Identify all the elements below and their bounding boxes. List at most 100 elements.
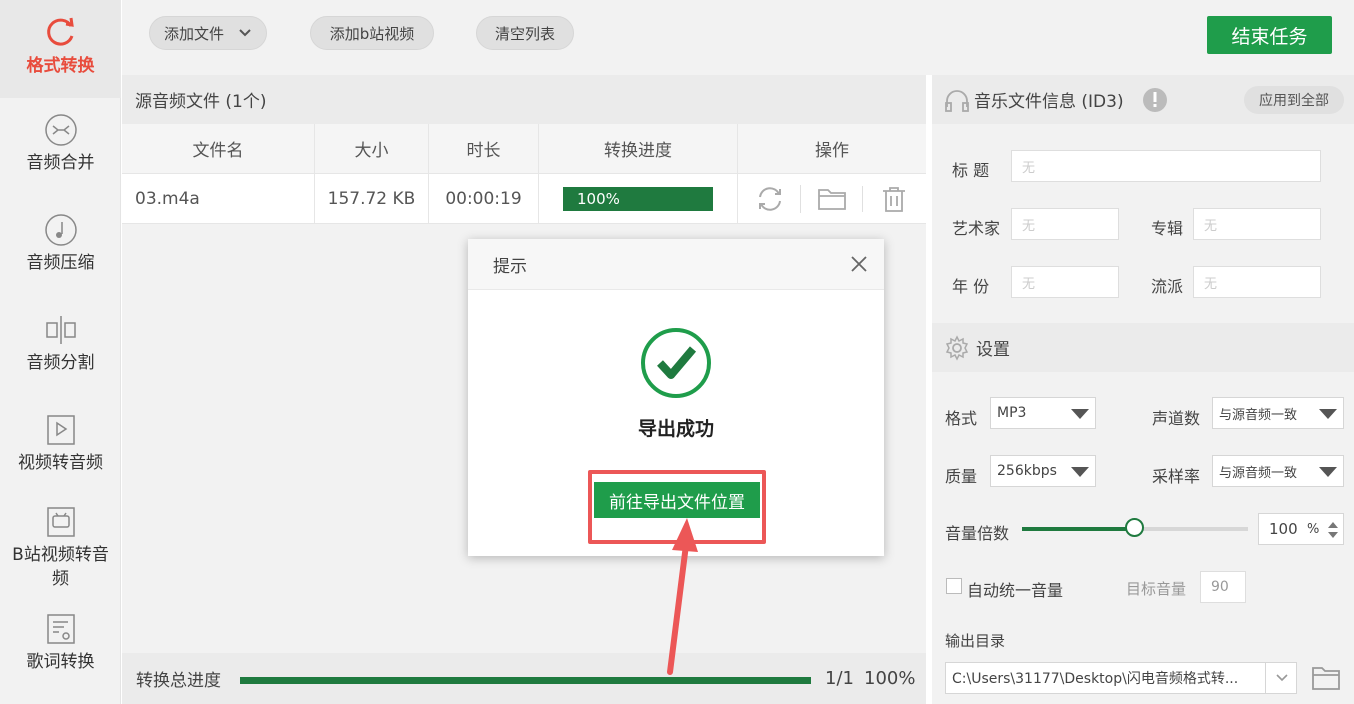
file-progress-bar: 100% bbox=[563, 186, 713, 211]
sidebar-item-label: 歌词转换 bbox=[26, 652, 95, 672]
output-dir-label: 输出目录 bbox=[945, 632, 1006, 650]
output-dir-value: C:\Users\31177\Desktop\闪电音频格式转... bbox=[952, 671, 1239, 687]
right-panel: 音乐文件信息 (ID3) 应用到全部 标 题 无 艺术家 无 专辑 无 年 份 … bbox=[932, 75, 1354, 704]
format-value: MP3 bbox=[997, 405, 1027, 421]
dialog-message: 导出成功 bbox=[637, 418, 714, 440]
samplerate-value: 与源音频一致 bbox=[1219, 465, 1298, 481]
channels-select[interactable]: 与源音频一致 bbox=[1212, 397, 1344, 429]
volume-stepper[interactable]: 100 % bbox=[1258, 513, 1344, 545]
chevron-down-icon bbox=[239, 29, 251, 37]
channels-label: 声道数 bbox=[1152, 409, 1201, 428]
volume-slider-handle[interactable] bbox=[1125, 518, 1144, 537]
id3-header: 音乐文件信息 (ID3) 应用到全部 bbox=[932, 75, 1354, 124]
volume-unit: % bbox=[1307, 521, 1320, 537]
album-label: 专辑 bbox=[1151, 219, 1184, 238]
artist-field[interactable]: 无 bbox=[1011, 208, 1119, 240]
output-dir-field[interactable]: C:\Users\31177\Desktop\闪电音频格式转... bbox=[945, 662, 1297, 694]
trash-icon bbox=[883, 186, 905, 212]
file-panel-title: 源音频文件 (1个) bbox=[122, 75, 926, 124]
file-actions bbox=[738, 174, 926, 223]
total-progress-bar: 转换总进度 1/1 100% bbox=[122, 653, 926, 704]
file-progress-cell: 100% bbox=[539, 174, 738, 223]
info-icon[interactable] bbox=[1142, 87, 1168, 113]
dialog-header: 提示 bbox=[468, 239, 884, 290]
year-field[interactable]: 无 bbox=[1011, 266, 1119, 298]
samplerate-select[interactable]: 与源音频一致 bbox=[1212, 455, 1344, 487]
refresh-icon bbox=[758, 186, 781, 211]
total-progress-fill bbox=[240, 677, 811, 684]
file-duration: 00:00:19 bbox=[429, 174, 539, 223]
sidebar-item-compress[interactable]: 音频压缩 bbox=[0, 213, 121, 283]
stepper-arrows-icon[interactable] bbox=[1327, 521, 1339, 539]
sidebar-item-lyrics[interactable]: 歌词转换 bbox=[0, 612, 121, 682]
quality-select[interactable]: 256kbps bbox=[990, 455, 1096, 487]
sidebar-item-merge[interactable]: 音频合并 bbox=[0, 113, 121, 183]
reconvert-button[interactable] bbox=[739, 184, 801, 213]
quality-label: 质量 bbox=[945, 467, 978, 486]
clear-list-button[interactable]: 清空列表 bbox=[476, 16, 574, 50]
sidebar-item-label-line1: B站视频转音 bbox=[12, 545, 109, 565]
dropdown-arrow-icon bbox=[1071, 409, 1089, 419]
add-file-button[interactable]: 添加文件 bbox=[149, 16, 267, 50]
volume-value: 100 bbox=[1269, 520, 1298, 538]
open-folder-button[interactable] bbox=[801, 185, 863, 212]
title-field[interactable]: 无 bbox=[1011, 150, 1321, 182]
sidebar: 格式转换 音频合并 音频压缩 音频分割 视频转音频 B站视频转音 频 歌词转换 bbox=[0, 0, 121, 704]
format-select[interactable]: MP3 bbox=[990, 397, 1096, 429]
table-row[interactable]: 03.m4a 157.72 KB 00:00:19 100% bbox=[122, 174, 926, 224]
sidebar-item-label: 音频合并 bbox=[26, 153, 95, 173]
sidebar-item-label-line2: 频 bbox=[52, 569, 69, 589]
genre-label: 流派 bbox=[1151, 277, 1184, 296]
sidebar-item-bilibili[interactable]: B站视频转音 频 bbox=[0, 505, 121, 595]
total-progress-track bbox=[240, 677, 811, 684]
sidebar-item-video-to-audio[interactable]: 视频转音频 bbox=[0, 413, 121, 483]
apply-all-button[interactable]: 应用到全部 bbox=[1244, 86, 1344, 114]
add-file-label: 添加文件 bbox=[163, 24, 224, 43]
auto-volume-checkbox[interactable] bbox=[946, 578, 962, 594]
end-task-button[interactable]: 结束任务 bbox=[1207, 16, 1332, 54]
col-duration: 时长 bbox=[429, 124, 539, 173]
dropdown-arrow-icon bbox=[1319, 467, 1337, 477]
year-label: 年 份 bbox=[952, 277, 990, 296]
target-volume-field[interactable]: 90 bbox=[1200, 571, 1246, 603]
quality-value: 256kbps bbox=[997, 463, 1057, 479]
total-percent: 100% bbox=[864, 668, 916, 689]
sidebar-item-split[interactable]: 音频分割 bbox=[0, 313, 121, 383]
refresh-icon bbox=[46, 17, 74, 46]
auto-volume-label: 自动统一音量 bbox=[967, 581, 1064, 600]
sidebar-item-label: 格式转换 bbox=[26, 56, 95, 76]
album-field[interactable]: 无 bbox=[1193, 208, 1321, 240]
close-icon[interactable] bbox=[850, 255, 868, 273]
headphones-icon bbox=[945, 89, 969, 112]
folder-icon bbox=[817, 188, 846, 210]
file-name: 03.m4a bbox=[122, 174, 315, 223]
folder-icon[interactable] bbox=[1311, 664, 1341, 692]
file-progress-text: 100% bbox=[577, 189, 620, 208]
col-size: 大小 bbox=[315, 124, 429, 173]
sidebar-item-label: 音频压缩 bbox=[26, 253, 95, 273]
output-dir-dropdown[interactable] bbox=[1265, 662, 1297, 694]
artist-label: 艺术家 bbox=[952, 219, 1001, 238]
checkmark-icon bbox=[641, 328, 711, 398]
sidebar-item-label: 音频分割 bbox=[26, 353, 95, 373]
total-count: 1/1 bbox=[825, 668, 854, 689]
annotation-highlight-box bbox=[588, 470, 766, 544]
file-table: 文件名 大小 时长 转换进度 操作 03.m4a 157.72 KB 00:00… bbox=[122, 124, 926, 224]
delete-button[interactable] bbox=[863, 185, 925, 213]
add-bilibili-button[interactable]: 添加b站视频 bbox=[310, 16, 434, 50]
video-icon bbox=[46, 415, 75, 445]
dropdown-arrow-icon bbox=[1071, 467, 1089, 477]
split-icon bbox=[45, 316, 76, 344]
col-filename: 文件名 bbox=[122, 124, 315, 173]
title-label: 标 题 bbox=[952, 161, 990, 180]
format-label: 格式 bbox=[945, 409, 978, 428]
chevron-down-icon bbox=[1275, 674, 1288, 682]
sidebar-item-label: 视频转音频 bbox=[18, 453, 103, 473]
sidebar-item-format-convert[interactable]: 格式转换 bbox=[0, 0, 121, 98]
dialog-title: 提示 bbox=[493, 256, 527, 277]
settings-header: 设置 bbox=[932, 323, 1354, 372]
genre-field[interactable]: 无 bbox=[1193, 266, 1321, 298]
settings-title: 设置 bbox=[976, 340, 1010, 360]
col-actions: 操作 bbox=[815, 141, 849, 161]
merge-icon bbox=[44, 114, 77, 146]
